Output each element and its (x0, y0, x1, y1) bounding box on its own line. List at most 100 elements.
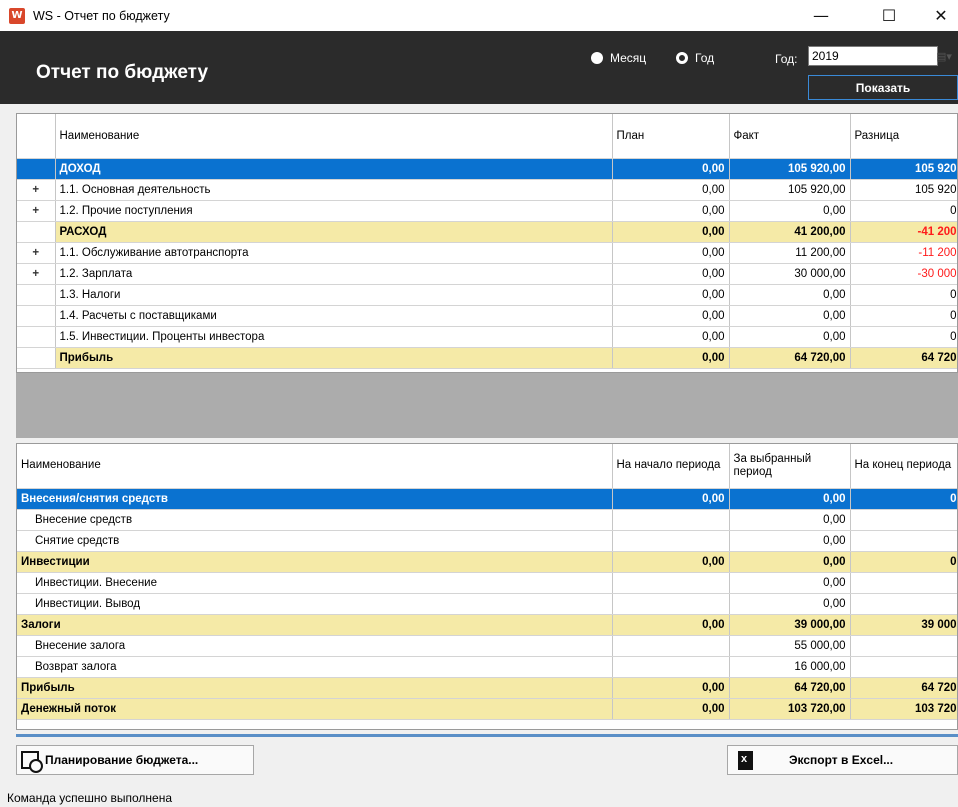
cashflow-row-end: 103 720,00 (850, 698, 957, 720)
cashflow-row[interactable]: Инвестиции0,000,000,00 (17, 551, 957, 573)
cashflow-table: Наименование На начало периода За выбран… (17, 444, 957, 720)
close-icon[interactable]: ✕ (924, 0, 958, 31)
col-header-period[interactable]: За выбранный период (729, 444, 851, 489)
cashflow-row[interactable]: Возврат залога 16 000,00 (17, 656, 957, 678)
cashflow-row-start (612, 656, 730, 678)
radio-year-dot-icon[interactable] (676, 52, 688, 64)
budget-row-fact: 0,00 (729, 326, 851, 348)
budget-row[interactable]: +1.2. Зарплата0,0030 000,00-30 000,00 (17, 263, 957, 285)
export-excel-label: Экспорт в Excel... (789, 753, 894, 767)
col-header-start[interactable]: На начало периода (612, 444, 730, 489)
budget-row-diff: 64 720,00 (850, 347, 957, 369)
calendar-dropdown-icon[interactable]: ▤▾ (930, 47, 958, 65)
budget-row[interactable]: РАСХОД0,0041 200,00-41 200,00 (17, 221, 957, 243)
cashflow-row-name: Внесение средств (17, 509, 613, 531)
app-icon: W (9, 7, 25, 24)
budget-row-fact: 11 200,00 (729, 242, 851, 264)
budget-row[interactable]: +1.2. Прочие поступления0,000,000,00 (17, 200, 957, 222)
budget-row-plan: 0,00 (612, 305, 730, 327)
minimize-icon[interactable]: — (798, 0, 844, 31)
budget-row-name: 1.2. Зарплата (55, 263, 613, 285)
budget-grid: Наименование План Факт Разница ДОХОД 0,00… (16, 113, 958, 373)
budget-row-name: 1.5. Инвестиции. Проценты инвестора (55, 326, 613, 348)
cashflow-row-name: Денежный поток (17, 698, 613, 720)
radio-year-label: Год (695, 51, 715, 65)
budget-row-diff: 105 920,00 (850, 179, 957, 201)
budget-row-name: 1.1. Обслуживание автотранспорта (55, 242, 613, 264)
cashflow-row-end: 0,00 (850, 488, 957, 510)
budget-planning-button[interactable]: Планирование бюджета... (16, 745, 254, 775)
budget-row-fact: 0,00 (729, 305, 851, 327)
cashflow-row[interactable]: Залоги0,0039 000,0039 000,00 (17, 614, 957, 636)
radio-month-dot-icon[interactable] (591, 52, 603, 64)
show-button[interactable]: Показать (808, 75, 958, 100)
app-window: W WS - Отчет по бюджету — ☐ ✕ Отчет по б… (0, 0, 958, 807)
col-header-name[interactable]: Наименование (55, 114, 613, 159)
expand-toggle (17, 158, 56, 180)
budget-row-fact: 0,00 (729, 284, 851, 306)
cashflow-row-name: Инвестиции. Вывод (17, 593, 613, 615)
budget-row-name: 1.3. Налоги (55, 284, 613, 306)
expand-toggle[interactable]: + (17, 200, 56, 222)
cashflow-row-end (850, 593, 957, 615)
cashflow-row[interactable]: Внесение залога 55 000,00 (17, 635, 957, 657)
cashflow-row-start (612, 635, 730, 657)
cashflow-row[interactable]: Прибыль0,0064 720,0064 720,00 (17, 677, 957, 699)
col-header-end[interactable]: На конец периода (850, 444, 957, 489)
expand-toggle[interactable]: + (17, 263, 56, 285)
budget-row[interactable]: 1.5. Инвестиции. Проценты инвестора 0,00 0… (17, 326, 957, 348)
budget-row-plan: 0,00 (612, 347, 730, 369)
expand-toggle[interactable]: + (17, 242, 56, 264)
cashflow-row[interactable]: Внесение средств 0,00 (17, 509, 957, 531)
report-header: Отчет по бюджету Месяц Год Год: 2019 ▤▾ … (0, 31, 958, 104)
budget-row[interactable]: ДОХОД0,00105 920,00105 920,00 (17, 158, 957, 180)
export-excel-button[interactable]: Экспорт в Excel... (727, 745, 958, 775)
budget-row-name: 1.1. Основная деятельность (55, 179, 613, 201)
col-header-fact[interactable]: Факт (729, 114, 851, 159)
cashflow-row-end (850, 530, 957, 552)
expand-toggle (17, 284, 56, 306)
excel-file-icon (738, 750, 753, 770)
expand-toggle[interactable]: + (17, 179, 56, 201)
budget-row[interactable]: +1.1. Основная деятельность 0,00 105 920,0… (17, 179, 957, 201)
cashflow-row-name: Прибыль (17, 677, 613, 699)
cashflow-row[interactable]: Снятие средств 0,00 (17, 530, 957, 552)
cashflow-row-start: 0,00 (612, 551, 730, 573)
budget-row[interactable]: Прибыль0,0064 720,0064 720,00 (17, 347, 957, 369)
budget-row-diff: 0,00 (850, 326, 957, 348)
cashflow-row-name: Инвестиции (17, 551, 613, 573)
expand-toggle (17, 326, 56, 348)
col-header-plan[interactable]: План (612, 114, 730, 159)
radio-month[interactable]: Месяц (591, 51, 646, 65)
budget-row-diff: -30 000,00 (850, 263, 957, 285)
budget-row-plan: 0,00 (612, 158, 730, 180)
cashflow-row-end: 64 720,00 (850, 677, 957, 699)
cashflow-row-period: 39 000,00 (729, 614, 851, 636)
cashflow-row-end (850, 509, 957, 531)
budget-row[interactable]: 1.4. Расчеты с поставщиками0,000,000,00 (17, 305, 957, 327)
budget-row-fact: 30 000,00 (729, 263, 851, 285)
col-header-diff[interactable]: Разница (850, 114, 957, 159)
budget-row-name: Прибыль (55, 347, 613, 369)
page-title: Отчет по бюджету (36, 62, 209, 83)
calendar-clock-icon (21, 751, 43, 773)
cashflow-row-period: 55 000,00 (729, 635, 851, 657)
cashflow-row[interactable]: Внесения/снятия средств0,000,000,00 (17, 488, 957, 510)
col-header-name[interactable]: Наименование (17, 444, 613, 489)
maximize-icon[interactable]: ☐ (866, 0, 912, 31)
cashflow-row-start: 0,00 (612, 488, 730, 510)
budget-row-diff: -11 200,00 (850, 242, 957, 264)
cashflow-row-end: 39 000,00 (850, 614, 957, 636)
budget-row-plan: 0,00 (612, 284, 730, 306)
budget-row[interactable]: +1.1. Обслуживание автотранспорта 0,00 11 … (17, 242, 957, 264)
budget-row-diff: 0,00 (850, 284, 957, 306)
year-field[interactable]: 2019 (808, 46, 938, 66)
radio-year[interactable]: Год (676, 51, 714, 65)
budget-row-name: 1.2. Прочие поступления (55, 200, 613, 222)
cashflow-row-end (850, 635, 957, 657)
budget-row-fact: 41 200,00 (729, 221, 851, 243)
cashflow-row[interactable]: Инвестиции. Внесение 0,00 (17, 572, 957, 594)
cashflow-row[interactable]: Инвестиции. Вывод 0,00 (17, 593, 957, 615)
cashflow-row[interactable]: Денежный поток0,00103 720,00103 720,00 (17, 698, 957, 720)
budget-row[interactable]: 1.3. Налоги0,000,000,00 (17, 284, 957, 306)
